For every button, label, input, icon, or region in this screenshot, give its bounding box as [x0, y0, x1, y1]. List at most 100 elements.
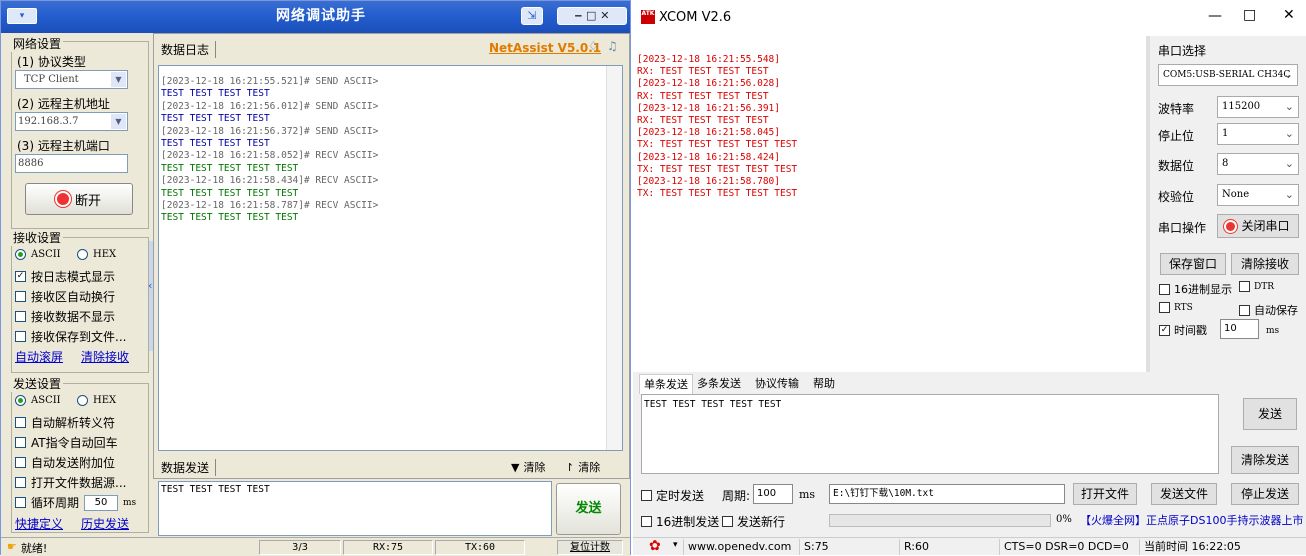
open-file-button[interactable]: 打开文件 [1073, 483, 1137, 505]
ad-link[interactable]: 【火爆全网】正点原子DS100手持示波器上市 [1080, 512, 1303, 528]
rts-checkbox[interactable]: RTS [1159, 302, 1193, 313]
period-label: 周期: [722, 489, 751, 503]
send-button[interactable]: 发送 [556, 483, 621, 535]
send-hex-radio[interactable]: HEX [77, 395, 116, 406]
close-port-button[interactable]: 关闭串口 [1217, 214, 1299, 238]
recv-hex-radio[interactable]: HEX [77, 249, 116, 260]
recv-ascii-radio[interactable]: ASCII [15, 249, 61, 260]
send-opt-file[interactable]: 打开文件数据源... [15, 474, 126, 491]
hex-display-checkbox[interactable]: 16进制显示 [1159, 281, 1232, 297]
app-icon[interactable]: ▾ [7, 8, 37, 24]
website-link[interactable]: www.openedv.com [683, 539, 795, 555]
receive-line: RX: TEST TEST TEST TEST [637, 90, 769, 102]
clear-send-button[interactable]: 清除发送 [1231, 446, 1299, 474]
databits-select[interactable]: 8 ⌄ [1217, 153, 1299, 175]
port-op-label: 串口操作 [1158, 221, 1207, 235]
tab-multi-send[interactable]: 多条发送 [693, 374, 745, 394]
send-button[interactable]: 发送 [1243, 398, 1297, 430]
send-input[interactable]: TEST TEST TEST TEST [158, 481, 552, 536]
tab-protocol[interactable]: 协议传输 [751, 374, 803, 394]
log-line: TEST TEST TEST TEST [161, 138, 270, 149]
dtr-checkbox[interactable]: DTR [1239, 281, 1274, 292]
file-path-input[interactable]: E:\钉钉下载\10M.txt [829, 484, 1065, 504]
collapse-arrow-icon[interactable]: ‹ [148, 279, 152, 292]
clear-receive-button[interactable]: 清除接收 [1231, 253, 1299, 275]
send-opt-append[interactable]: 自动发送附加位 [15, 454, 115, 471]
hex-send-checkbox[interactable]: 16进制发送 [641, 513, 719, 530]
send-text: TEST TEST TEST TEST [161, 484, 270, 495]
receive-line: RX: TEST TEST TEST TEST [637, 115, 769, 126]
timed-send-checkbox[interactable]: 定时发送 [641, 487, 704, 504]
clear-recv-link[interactable]: 清除接收 [81, 348, 129, 365]
chevron-down-icon[interactable]: ▼ [111, 72, 126, 87]
timestamp-label: 时间戳 [1174, 324, 1207, 337]
minimize-icon[interactable]: — [1208, 8, 1222, 24]
send-ascii-radio[interactable]: ASCII [15, 395, 61, 406]
reset-count-button[interactable]: 复位计数 [557, 540, 623, 555]
log-line: TEST TEST TEST TEST [161, 88, 270, 100]
cycle-input[interactable]: 50 [84, 494, 119, 511]
shortcut-link[interactable]: 快捷定义 [15, 515, 63, 532]
tab-single-send[interactable]: 单条发送 [639, 374, 693, 394]
stop-send-button[interactable]: 停止发送 [1231, 483, 1299, 505]
tab-help[interactable]: 帮助 [809, 374, 839, 394]
log-line: TEST TEST TEST TEST TEST [161, 212, 299, 224]
recv-opt-hide[interactable]: 接收数据不显示 [15, 308, 115, 325]
port-input[interactable]: 8886 [15, 154, 128, 173]
bell-icon[interactable]: ♫ [607, 39, 618, 53]
receive-line: [2023-12-18 16:21:56.028] [637, 78, 780, 90]
send-newline-checkbox[interactable]: 发送新行 [722, 513, 785, 530]
send-progress-bar [829, 514, 1051, 527]
send-file-button[interactable]: 发送文件 [1151, 483, 1217, 505]
send-input[interactable]: TEST TEST TEST TEST TEST [641, 394, 1219, 474]
log-area[interactable]: [2023-12-18 16:21:55.521]# SEND ASCII> TE… [158, 65, 623, 451]
protocol-select[interactable]: TCP Client ▼ [15, 70, 128, 89]
gear-icon[interactable]: ✿ [649, 538, 661, 554]
send-opt-cycle[interactable]: 循环周期 50 ms [15, 494, 136, 511]
checkbox-icon [15, 417, 26, 428]
parity-select[interactable]: None ⌄ [1217, 184, 1299, 206]
checkbox-icon [15, 311, 26, 322]
window-title: XCOM V2.6 [659, 10, 732, 25]
minimize-button[interactable]: ‒ □ ✕ [557, 7, 627, 25]
pin-icon[interactable]: ⇲ [521, 7, 543, 25]
send-opt-escape[interactable]: 自动解析转义符 [15, 414, 115, 431]
clear-label: 清除 [578, 461, 601, 474]
history-link[interactable]: 历史发送 [81, 515, 129, 532]
maximize-icon[interactable]: □ [1243, 7, 1256, 23]
host-input[interactable]: 192.168.3.7 ▼ [15, 112, 128, 131]
close-icon[interactable]: ✕ [1283, 7, 1295, 23]
send-settings-header: 发送设置 [11, 375, 64, 392]
timestamp-input[interactable]: 10 [1220, 319, 1259, 339]
diamond-icon[interactable]: ♢ [588, 39, 599, 53]
period-unit: ms [799, 488, 816, 501]
port-select[interactable]: COM5:USB-SERIAL CH34C ⌄ [1158, 64, 1298, 86]
app-logo-icon: ATK [641, 10, 655, 24]
receive-area[interactable]: [2023-12-18 16:21:55.548] RX: TEST TEST T… [633, 36, 1146, 372]
recv-opt-wrap[interactable]: 接收区自动换行 [15, 288, 115, 305]
parity-value: None [1222, 189, 1250, 200]
received-count: R:60 [899, 539, 999, 555]
period-input[interactable]: 100 [753, 484, 793, 504]
recv-opt-label: 接收区自动换行 [31, 290, 116, 304]
baud-select[interactable]: 115200 ⌄ [1217, 96, 1299, 118]
checkbox-icon [15, 331, 26, 342]
brand-link[interactable]: NetAssist V5.0.1 [489, 41, 601, 55]
chevron-down-icon[interactable]: ▼ [111, 114, 126, 129]
disconnect-button[interactable]: 断开 [25, 183, 133, 215]
receive-line: [2023-12-18 16:21:58.780] [637, 176, 780, 187]
timestamp-checkbox[interactable]: ✓ 时间戳 [1159, 322, 1207, 338]
recv-opt-log-mode[interactable]: ✓ 按日志模式显示 [15, 268, 115, 285]
clear-send-button[interactable]: ▼ 清除 [511, 459, 545, 475]
send-opt-at[interactable]: AT指令自动回车 [15, 434, 118, 451]
save-window-button[interactable]: 保存窗口 [1160, 253, 1226, 275]
clear-log-button[interactable]: ↾ 清除 [565, 459, 600, 475]
autosave-checkbox[interactable]: 自动保存 [1239, 302, 1298, 318]
recv-opt-save[interactable]: 接收保存到文件... [15, 328, 126, 345]
stop-select[interactable]: 1 ⌄ [1217, 123, 1299, 145]
auto-scroll-link[interactable]: 自动滚屏 [15, 348, 63, 365]
log-scrollbar[interactable] [606, 66, 622, 450]
host-label: (2) 远程主机地址 [17, 97, 110, 111]
databits-value: 8 [1222, 158, 1229, 169]
chevron-down-icon[interactable]: ▾ [673, 540, 678, 550]
